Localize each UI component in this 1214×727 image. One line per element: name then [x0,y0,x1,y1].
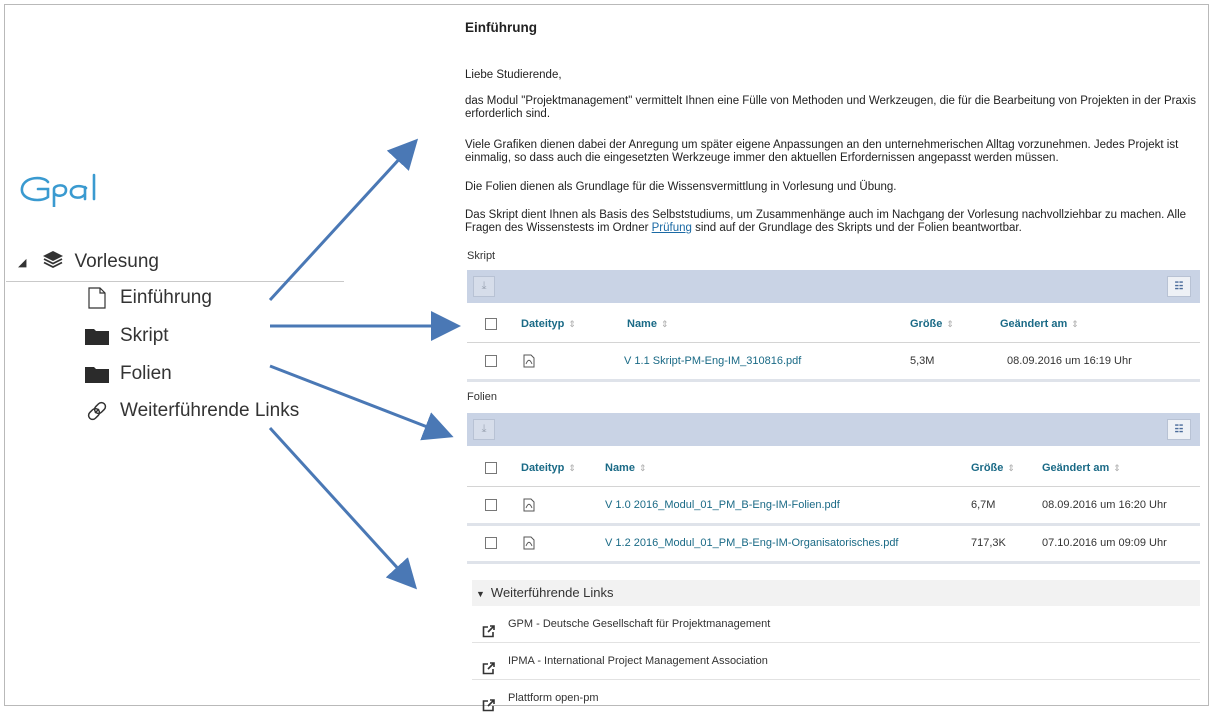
arrow-folien [269,364,454,441]
arrow-einfuehrung [268,138,419,302]
annotation-arrows [268,138,461,590]
arrow-links [268,426,418,590]
